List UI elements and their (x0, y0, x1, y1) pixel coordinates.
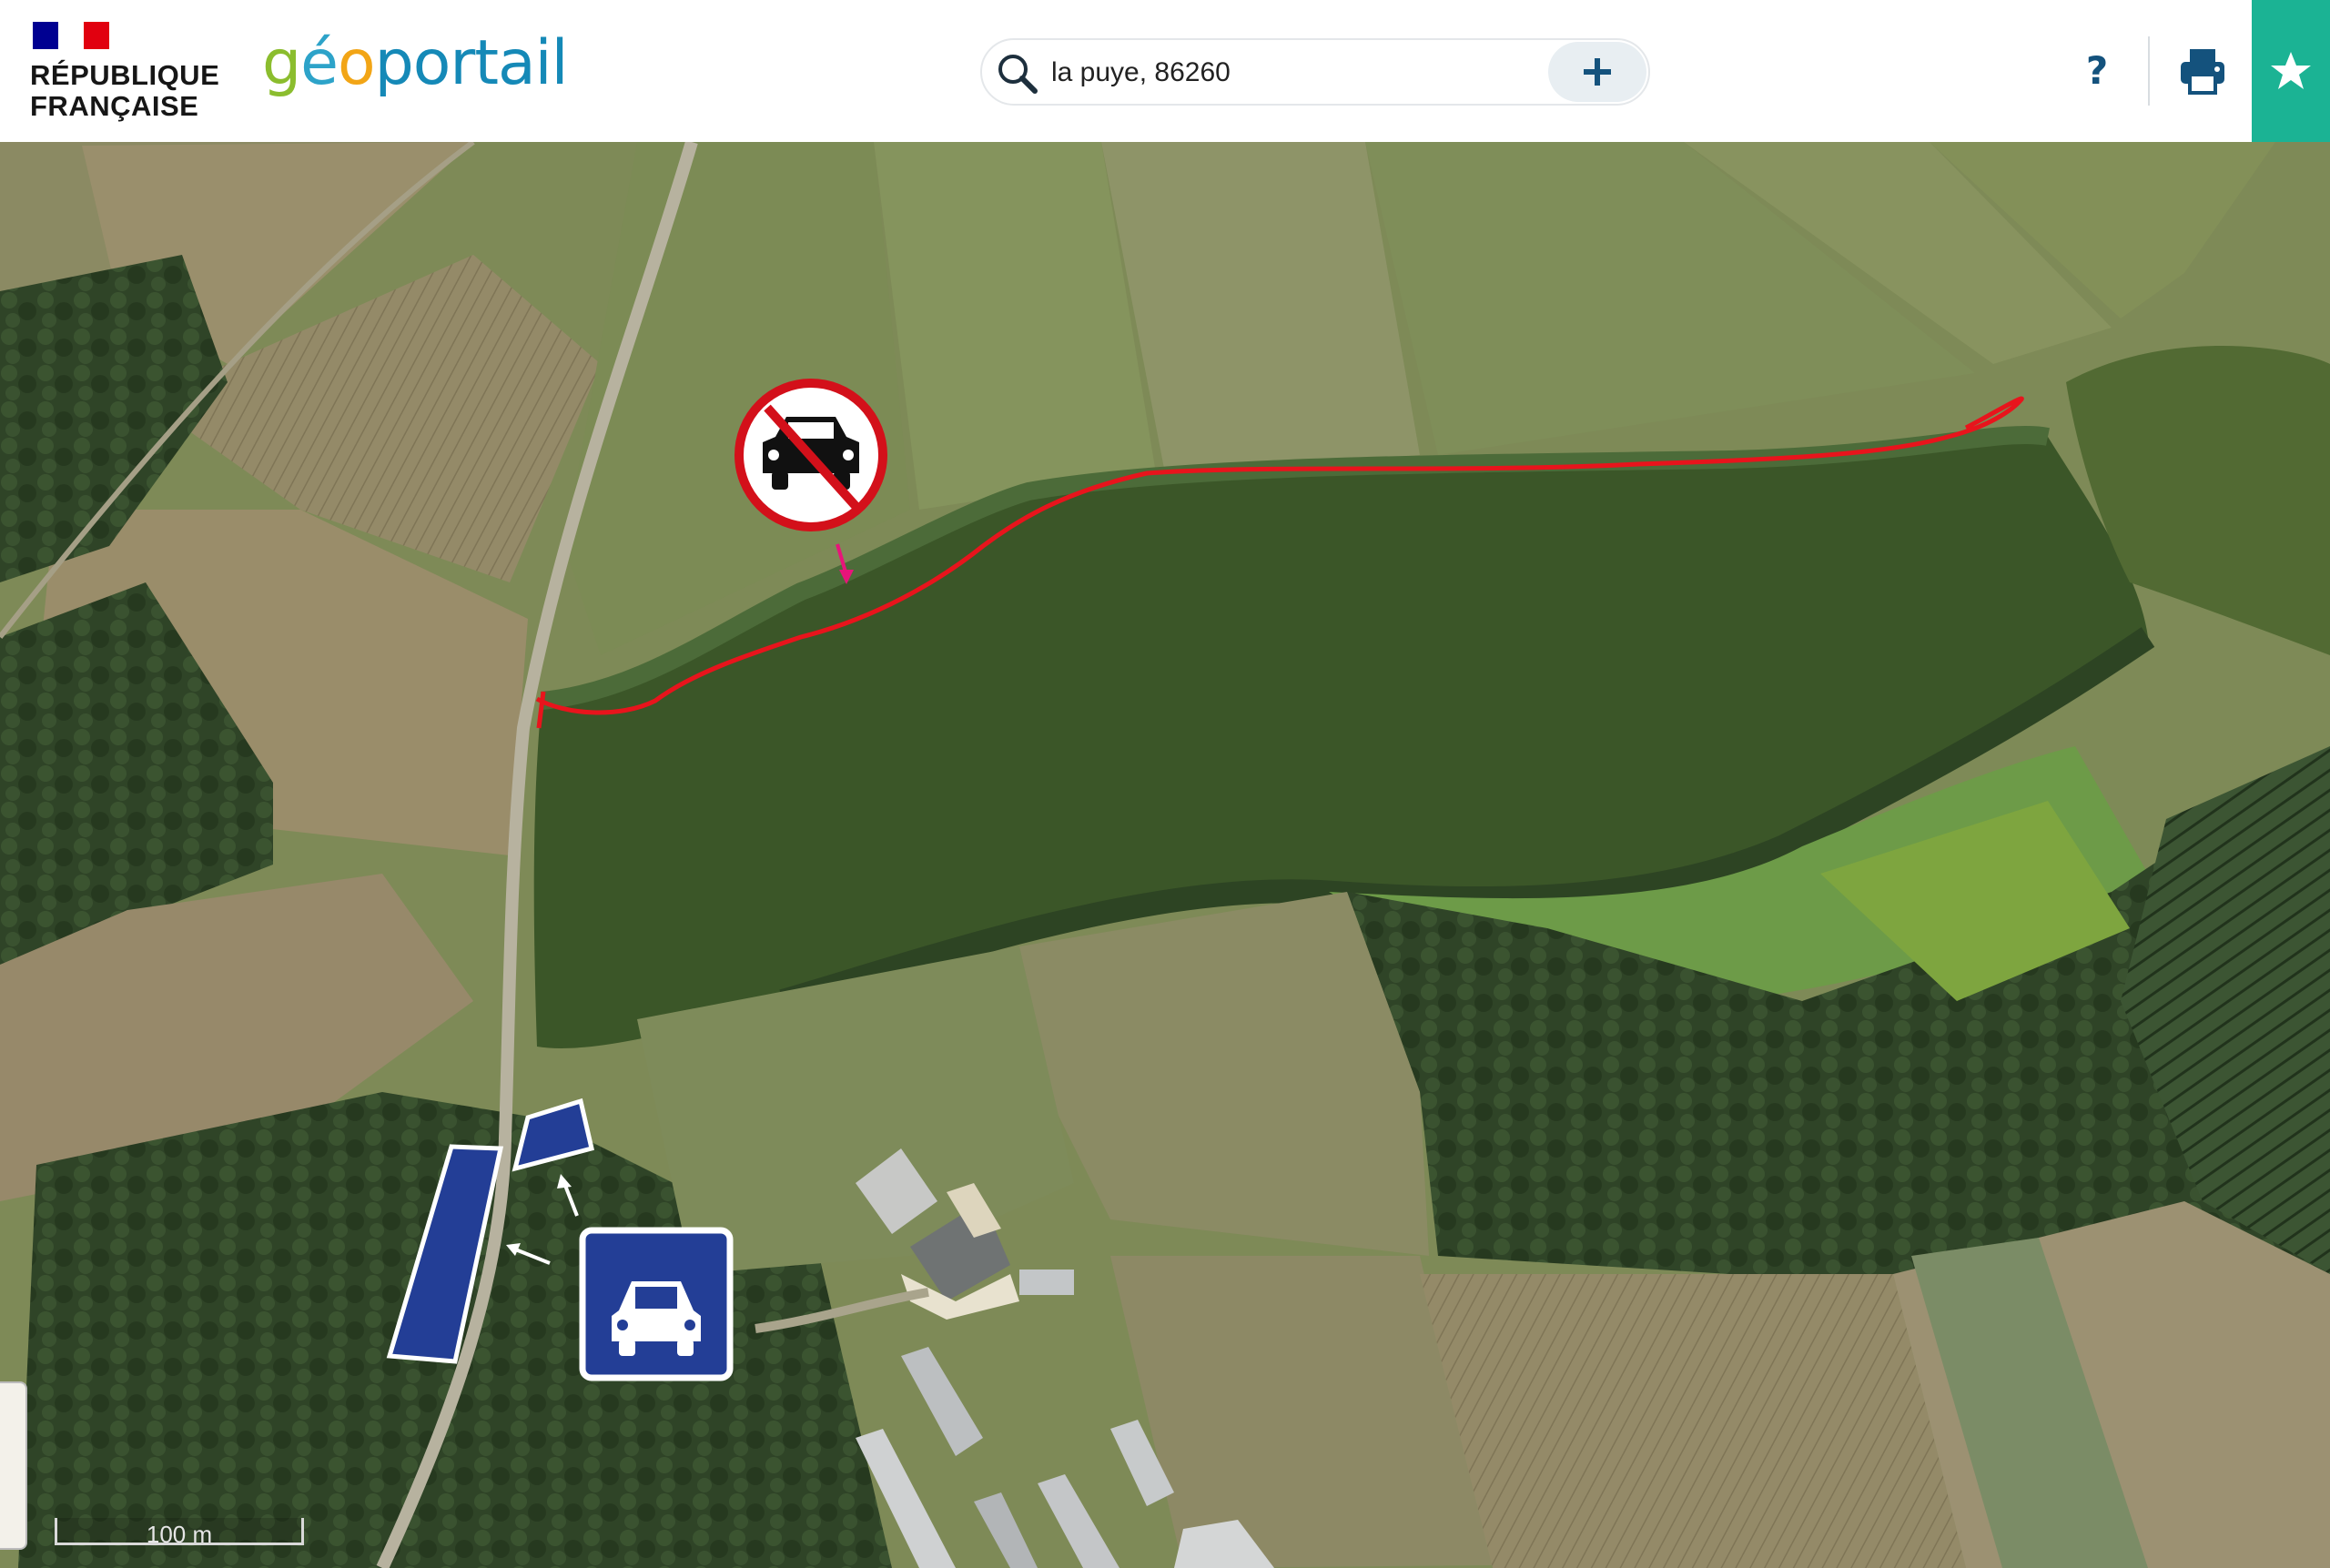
plus-icon (1584, 58, 1611, 86)
map-view[interactable] (0, 142, 2330, 1568)
marianne-flag-logo (33, 22, 109, 49)
flag-white (58, 22, 84, 49)
pointer-arrow-1 (512, 1247, 551, 1265)
geoportail-logo[interactable]: géoportail (262, 27, 569, 100)
logo-part-o: o (338, 27, 376, 99)
logo-part-g: g (262, 27, 301, 99)
logo-part-portail: portail (374, 27, 569, 99)
rf-line-1: RÉPUBLIQUE (30, 59, 220, 91)
toolbar-divider (2148, 36, 2150, 106)
favorites-button[interactable] (2252, 0, 2330, 142)
collapsed-side-panel[interactable] (0, 1381, 27, 1550)
car-road-sign (579, 1227, 734, 1381)
printer-icon (2181, 49, 2224, 95)
scale-label: 100 m (146, 1521, 213, 1548)
help-button[interactable]: ? (2072, 36, 2122, 106)
map-annotations (386, 379, 2024, 1381)
logo-part-e: é (300, 27, 339, 99)
arrow-head (839, 570, 854, 584)
print-button[interactable] (2175, 44, 2230, 98)
arrow-head (557, 1174, 572, 1189)
parking-area-2 (512, 1098, 594, 1172)
scale-bar: 100 m (55, 1518, 306, 1549)
rf-line-2: FRANÇAISE (30, 90, 199, 122)
flag-blue (33, 22, 58, 49)
search-icon[interactable] (995, 51, 1040, 96)
help-icon: ? (2085, 48, 2109, 93)
flag-red (84, 22, 109, 49)
republique-francaise-logo[interactable]: RÉPUBLIQUE FRANÇAISE (30, 60, 219, 122)
search-add-button[interactable] (1548, 42, 1646, 102)
search-bar (980, 38, 1650, 106)
pointer-arrow-2 (562, 1182, 579, 1217)
no-vehicles-sign (734, 379, 887, 531)
parking-area-1 (386, 1144, 504, 1364)
star-icon (2271, 52, 2311, 89)
search-input[interactable] (1051, 55, 1561, 91)
route-start-marker (536, 691, 546, 729)
top-bar: RÉPUBLIQUE FRANÇAISE géoportail ? (0, 0, 2330, 142)
